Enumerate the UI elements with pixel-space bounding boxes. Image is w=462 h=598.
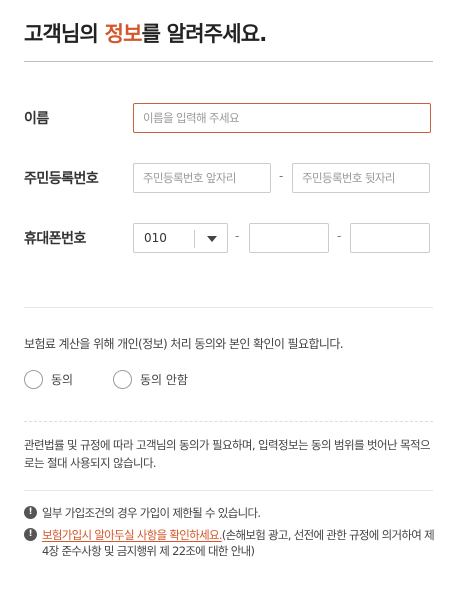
exclamation-circle-icon: ! bbox=[24, 528, 37, 541]
rrn-back-input[interactable] bbox=[292, 163, 430, 193]
phone-separator-1: - bbox=[235, 229, 240, 243]
warning-item-1: ! 일부 가입조건의 경우 가입이 제한될 수 있습니다. bbox=[24, 505, 434, 521]
name-label: 이름 bbox=[24, 111, 49, 127]
consent-agree-radio[interactable]: 동의 bbox=[24, 369, 73, 389]
consent-disagree-label: 동의 안함 bbox=[140, 372, 188, 387]
rrn-separator: - bbox=[279, 169, 284, 183]
chevron-down-icon[interactable] bbox=[207, 236, 217, 242]
phone-middle-input[interactable] bbox=[249, 223, 329, 253]
privacy-notice: 관련법률 및 규정에 따라 고객님의 동의가 필요하며, 입력정보는 동의 범위… bbox=[24, 438, 431, 470]
consent-agree-label: 동의 bbox=[51, 372, 74, 387]
phone-prefix-value: 010 bbox=[144, 231, 167, 245]
warning-item-1-text: 일부 가입조건의 경우 가입이 제한될 수 있습니다. bbox=[42, 506, 261, 520]
radio-circle[interactable] bbox=[113, 369, 132, 389]
dashed-divider bbox=[24, 421, 433, 422]
phone-prefix-select[interactable]: 010 bbox=[133, 223, 228, 253]
phone-separator-2: - bbox=[337, 229, 342, 243]
exclamation-circle-icon: ! bbox=[24, 506, 37, 519]
consent-disagree-radio[interactable]: 동의 안함 bbox=[113, 369, 188, 389]
title-divider bbox=[24, 61, 433, 62]
notice-divider bbox=[24, 490, 433, 491]
title-prefix: 고객님의 bbox=[24, 22, 105, 46]
rrn-front-input[interactable] bbox=[133, 163, 271, 193]
section-divider bbox=[24, 307, 433, 308]
name-input[interactable] bbox=[133, 103, 431, 133]
rrn-label: 주민등록번호 bbox=[24, 171, 99, 187]
phone-last-input[interactable] bbox=[350, 223, 430, 253]
phone-label: 휴대폰번호 bbox=[24, 231, 86, 247]
page-title: 고객님의 정보를 알려주세요. bbox=[24, 18, 268, 48]
insurance-notice-link[interactable]: 보험가입시 알아두실 사항을 확인하세요. bbox=[42, 528, 222, 542]
radio-circle[interactable] bbox=[24, 369, 43, 389]
consent-text: 보험료 계산을 위해 개인(정보) 처리 동의와 본인 확인이 필요합니다. bbox=[24, 337, 344, 351]
title-accent: 정보 bbox=[104, 22, 143, 46]
title-suffix: 를 알려주세요. bbox=[141, 22, 268, 46]
warning-item-2: ! 보험가입시 알아두실 사항을 확인하세요.(손해보험 광고, 선전에 관한 규… bbox=[24, 527, 435, 559]
select-divider bbox=[194, 230, 195, 248]
